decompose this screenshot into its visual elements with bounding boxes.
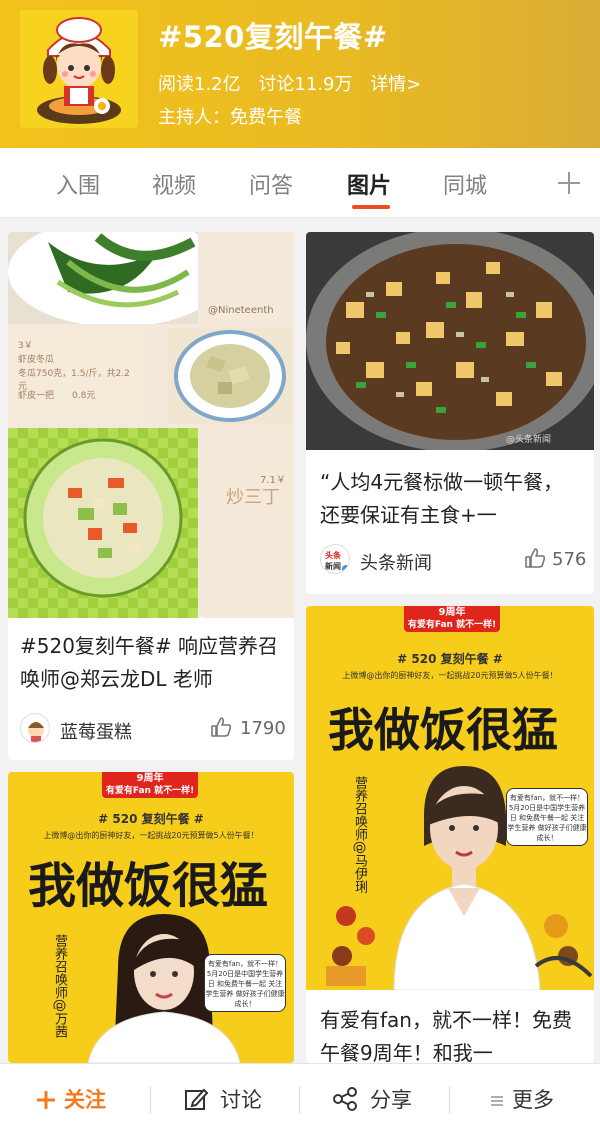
greens-plate-photo xyxy=(8,232,198,324)
follow-label: 关注 xyxy=(64,1088,106,1112)
food-ingredients-illustration xyxy=(326,906,593,986)
topic-host: 主持人：免费午餐 xyxy=(158,107,302,128)
like-icon[interactable] xyxy=(210,716,232,738)
topic-header: #520复刻午餐# 阅读1.2亿 讨论11.9万 详情> 主持人：免费午餐 xyxy=(0,0,600,148)
poster-speech-bubble: 有爱有fan，就不一样！ 5月20日是中国学生营养日 和免费午餐一起 关注学生营… xyxy=(204,954,286,1012)
avatar-cartoon-icon xyxy=(22,715,49,742)
discuss-label: 讨论 xyxy=(220,1088,262,1112)
poster-speech-bubble: 有爱有fan，就不一样！ 5月20日是中国学生营养日 和免费午餐一起 关注学生营… xyxy=(506,788,588,846)
photo-watermark: @头条新闻 xyxy=(506,435,552,445)
tab-local[interactable]: 同城 xyxy=(443,168,487,200)
author-avatar[interactable] xyxy=(20,713,50,743)
card-title[interactable]: “人均4元餐标做一顿午餐，还要保证有主食+一 xyxy=(320,466,582,532)
tab-video[interactable]: 视频 xyxy=(152,168,196,200)
toutiao-news-logo-icon: 头条 新闻 xyxy=(322,546,349,573)
poster-badge: 9周年 有爱有Fan 就不一样! xyxy=(404,606,500,632)
like-count: 576 xyxy=(552,549,587,570)
collage-watermark: @Nineteenth xyxy=(208,305,274,316)
poster-badge-sub: 有爱有Fan 就不一样! xyxy=(105,786,195,796)
price-note-1-price: 3￥ xyxy=(18,341,33,351)
read-count: 阅读1.2亿 xyxy=(158,74,241,95)
divider xyxy=(449,1086,450,1114)
detail-link[interactable]: 详情> xyxy=(370,74,421,95)
share-label: 分享 xyxy=(370,1088,412,1112)
image-card-left-1[interactable]: @Nineteenth 3￥ 虾皮冬瓜 冬瓜750克，1.5/斤，共2.2元 虾… xyxy=(8,232,294,760)
image-card-right-1[interactable]: @头条新闻 “人均4元餐标做一顿午餐，还要保证有主食+一 头条 新闻 头条新闻 … xyxy=(306,232,594,594)
share-button[interactable]: 分享 xyxy=(332,1084,412,1114)
food-collage-image: @Nineteenth 3￥ 虾皮冬瓜 冬瓜750克，1.5/斤，共2.2元 虾… xyxy=(8,232,294,618)
author-avatar[interactable]: 头条 新闻 xyxy=(320,544,350,574)
poster-headline: 我做饭很猛 xyxy=(28,858,269,914)
topic-title: #520复刻午餐# xyxy=(158,20,388,54)
campaign-poster-image: 9周年 有爱有Fan 就不一样! # 520 复刻午餐 # 上微博@出你的厨神好… xyxy=(306,606,594,990)
price-note-1-line2: 虾皮一把 0.8元 xyxy=(18,391,96,401)
price-note-2-dish: 炒三丁 xyxy=(226,487,280,508)
image-card-right-2[interactable]: 9周年 有爱有Fan 就不一样! # 520 复刻午餐 # 上微博@出你的厨神好… xyxy=(306,606,594,1063)
image-card-left-2[interactable]: 9周年 有爱有Fan 就不一样! # 520 复刻午餐 # 上微博@出你的厨神好… xyxy=(8,772,294,1063)
card-author-name[interactable]: 头条新闻 xyxy=(360,549,432,575)
more-button[interactable]: 更多 xyxy=(490,1084,554,1114)
follow-button[interactable]: 关注 xyxy=(36,1084,106,1114)
price-note-1-dish: 虾皮冬瓜 xyxy=(18,355,55,365)
poster-tag: # 520 复刻午餐 # xyxy=(397,652,503,666)
plus-icon xyxy=(37,1091,55,1109)
poster-subline: 上微博@出你的厨神好友，一起挑战20元预算做5人份午餐！ xyxy=(43,831,259,840)
potato-rice-pot-photo xyxy=(306,232,594,450)
like-icon[interactable] xyxy=(524,547,546,569)
divider xyxy=(150,1086,151,1114)
topic-stats: 阅读1.2亿 讨论11.9万 详情> xyxy=(158,70,433,96)
bottom-action-bar: 关注 讨论 分享 更多 xyxy=(0,1063,600,1135)
tab-bar: 入围 视频 问答 图片 同城 xyxy=(0,148,600,218)
active-tab-indicator xyxy=(352,205,390,209)
chef-girl-illustration xyxy=(20,10,138,128)
edit-icon xyxy=(185,1088,209,1110)
poster-subline: 上微博@出你的厨神好友，一起挑战20元预算做5人份午餐！ xyxy=(342,671,558,680)
price-note-2: 7.1￥ 炒三丁 xyxy=(204,428,294,618)
poster-badge-top: 9周年 xyxy=(136,773,164,784)
poster-headline: 我做饭很猛 xyxy=(328,703,558,757)
wax-gourd-plate-photo xyxy=(168,328,292,424)
topic-avatar[interactable] xyxy=(20,10,138,128)
share-icon xyxy=(333,1087,357,1111)
menu-icon xyxy=(491,1096,503,1106)
more-label: 更多 xyxy=(512,1088,554,1112)
divider xyxy=(299,1086,300,1114)
tab-shortlist[interactable]: 入围 xyxy=(56,168,100,200)
add-tab-icon[interactable] xyxy=(556,170,582,196)
campaign-poster-image: 9周年 有爱有Fan 就不一样! # 520 复刻午餐 # 上微博@出你的厨神好… xyxy=(8,772,294,1063)
stir-fry-plate-photo xyxy=(8,428,198,618)
poster-vertical-text: 营养召唤师@万茜 xyxy=(52,934,67,1038)
poster-tag: # 520 复刻午餐 # xyxy=(98,812,204,826)
poster-badge: 9周年 有爱有Fan 就不一样! xyxy=(102,772,198,798)
card-author-name[interactable]: 蓝莓蛋糕 xyxy=(60,718,132,744)
tab-qa[interactable]: 问答 xyxy=(249,168,293,200)
price-note-1: 3￥ 虾皮冬瓜 冬瓜750克，1.5/斤，共2.2元 虾皮一把 0.8元 xyxy=(10,328,142,420)
svg-text:头条: 头条 xyxy=(325,550,342,560)
discuss-count: 讨论11.9万 xyxy=(258,74,353,95)
like-count: 1790 xyxy=(240,718,286,739)
poster-badge-sub: 有爱有Fan 就不一样! xyxy=(407,620,497,630)
svg-text:新闻: 新闻 xyxy=(325,561,341,571)
tab-images[interactable]: 图片 xyxy=(347,168,391,200)
poster-badge-top: 9周年 xyxy=(438,607,466,618)
card-title[interactable]: #520复刻午餐# 响应营养召唤师@郑云龙DL 老师 xyxy=(20,630,284,696)
card-title[interactable]: 有爱有fan，就不一样！免费午餐9周年！和我一 xyxy=(320,1004,582,1063)
discuss-button[interactable]: 讨论 xyxy=(184,1084,262,1114)
